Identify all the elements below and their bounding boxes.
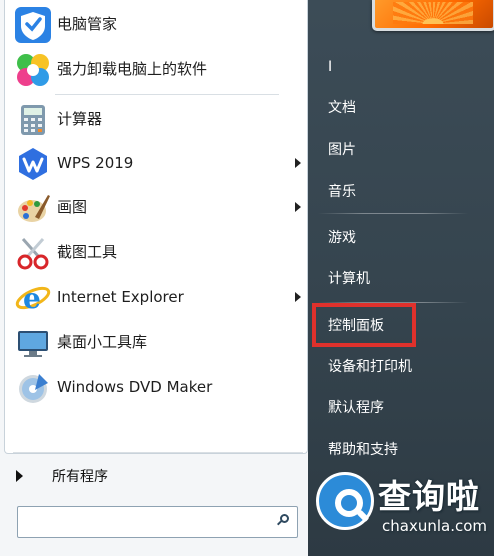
user-avatar[interactable] bbox=[372, 0, 494, 31]
gadgets-icon bbox=[15, 325, 51, 361]
program-label: 画图 bbox=[57, 198, 88, 216]
program-label: Internet Explorer bbox=[57, 288, 184, 306]
program-item-paint[interactable]: 画图 bbox=[11, 185, 307, 229]
program-item-uninstaller[interactable]: 强力卸载电脑上的软件 bbox=[11, 47, 307, 91]
flower-picture-icon bbox=[393, 2, 473, 24]
right-item-user[interactable]: I bbox=[318, 50, 484, 84]
program-label: Windows DVD Maker bbox=[57, 378, 213, 396]
all-programs-separator bbox=[13, 452, 303, 453]
ie-icon: e bbox=[15, 280, 51, 316]
start-menu-left-pane: 电脑管家 强力卸载电脑上的软件 计算器 WPS 2019 画图 截图工具 e I… bbox=[0, 0, 311, 556]
program-item-wps[interactable]: WPS 2019 bbox=[11, 141, 307, 185]
right-item-pictures[interactable]: 图片 bbox=[318, 133, 484, 167]
paint-icon bbox=[15, 190, 51, 226]
program-label: 计算器 bbox=[57, 110, 103, 128]
program-label: 强力卸载电脑上的软件 bbox=[57, 60, 208, 78]
expand-arrow-icon bbox=[16, 470, 23, 482]
pinned-separator bbox=[55, 94, 279, 95]
submenu-arrow-icon[interactable] bbox=[295, 292, 301, 302]
watermark-q-icon bbox=[316, 472, 374, 530]
program-list-panel: 电脑管家 强力卸载电脑上的软件 计算器 WPS 2019 画图 截图工具 e I… bbox=[4, 0, 308, 454]
program-label: 截图工具 bbox=[57, 243, 118, 261]
program-label: WPS 2019 bbox=[57, 154, 134, 172]
right-item-default-programs[interactable]: 默认程序 bbox=[318, 391, 484, 425]
wps-icon bbox=[15, 146, 51, 182]
right-separator bbox=[318, 213, 468, 214]
annotation-highlight-box bbox=[312, 303, 416, 347]
right-item-computer[interactable]: 计算机 bbox=[318, 262, 484, 296]
watermark-title: 查询啦 bbox=[378, 477, 480, 516]
program-item-calculator[interactable]: 计算器 bbox=[11, 97, 307, 141]
submenu-arrow-icon[interactable] bbox=[295, 158, 301, 168]
right-item-devices-printers[interactable]: 设备和打印机 bbox=[318, 350, 484, 384]
right-item-help-support[interactable]: 帮助和支持 bbox=[318, 433, 484, 467]
scissors-icon bbox=[15, 235, 51, 271]
program-item-desktop-gadgets[interactable]: 桌面小工具库 bbox=[11, 320, 307, 364]
program-item-dvd-maker[interactable]: Windows DVD Maker bbox=[11, 365, 307, 409]
calculator-icon bbox=[15, 102, 51, 138]
program-item-snipping-tool[interactable]: 截图工具 bbox=[11, 230, 307, 274]
all-programs-label: 所有程序 bbox=[52, 469, 108, 485]
search-input[interactable] bbox=[17, 506, 298, 538]
program-label: 桌面小工具库 bbox=[57, 333, 148, 351]
search-icon[interactable] bbox=[277, 514, 289, 526]
svg-text:e: e bbox=[23, 282, 41, 315]
submenu-arrow-icon[interactable] bbox=[295, 202, 301, 212]
right-item-games[interactable]: 游戏 bbox=[318, 221, 484, 255]
all-programs-button[interactable]: 所有程序 bbox=[6, 458, 302, 496]
watermark-logo: 查询啦 chaxunla.com bbox=[312, 466, 492, 546]
watermark-domain: chaxunla.com bbox=[382, 517, 487, 535]
program-item-pc-manager[interactable]: 电脑管家 bbox=[11, 2, 307, 46]
clover-icon bbox=[15, 52, 51, 88]
dvd-maker-icon bbox=[15, 370, 51, 406]
program-item-internet-explorer[interactable]: e Internet Explorer bbox=[11, 275, 307, 319]
program-label: 电脑管家 bbox=[57, 15, 118, 33]
right-item-music[interactable]: 音乐 bbox=[318, 175, 484, 209]
right-item-documents[interactable]: 文档 bbox=[318, 91, 484, 125]
shield-icon bbox=[15, 7, 51, 43]
